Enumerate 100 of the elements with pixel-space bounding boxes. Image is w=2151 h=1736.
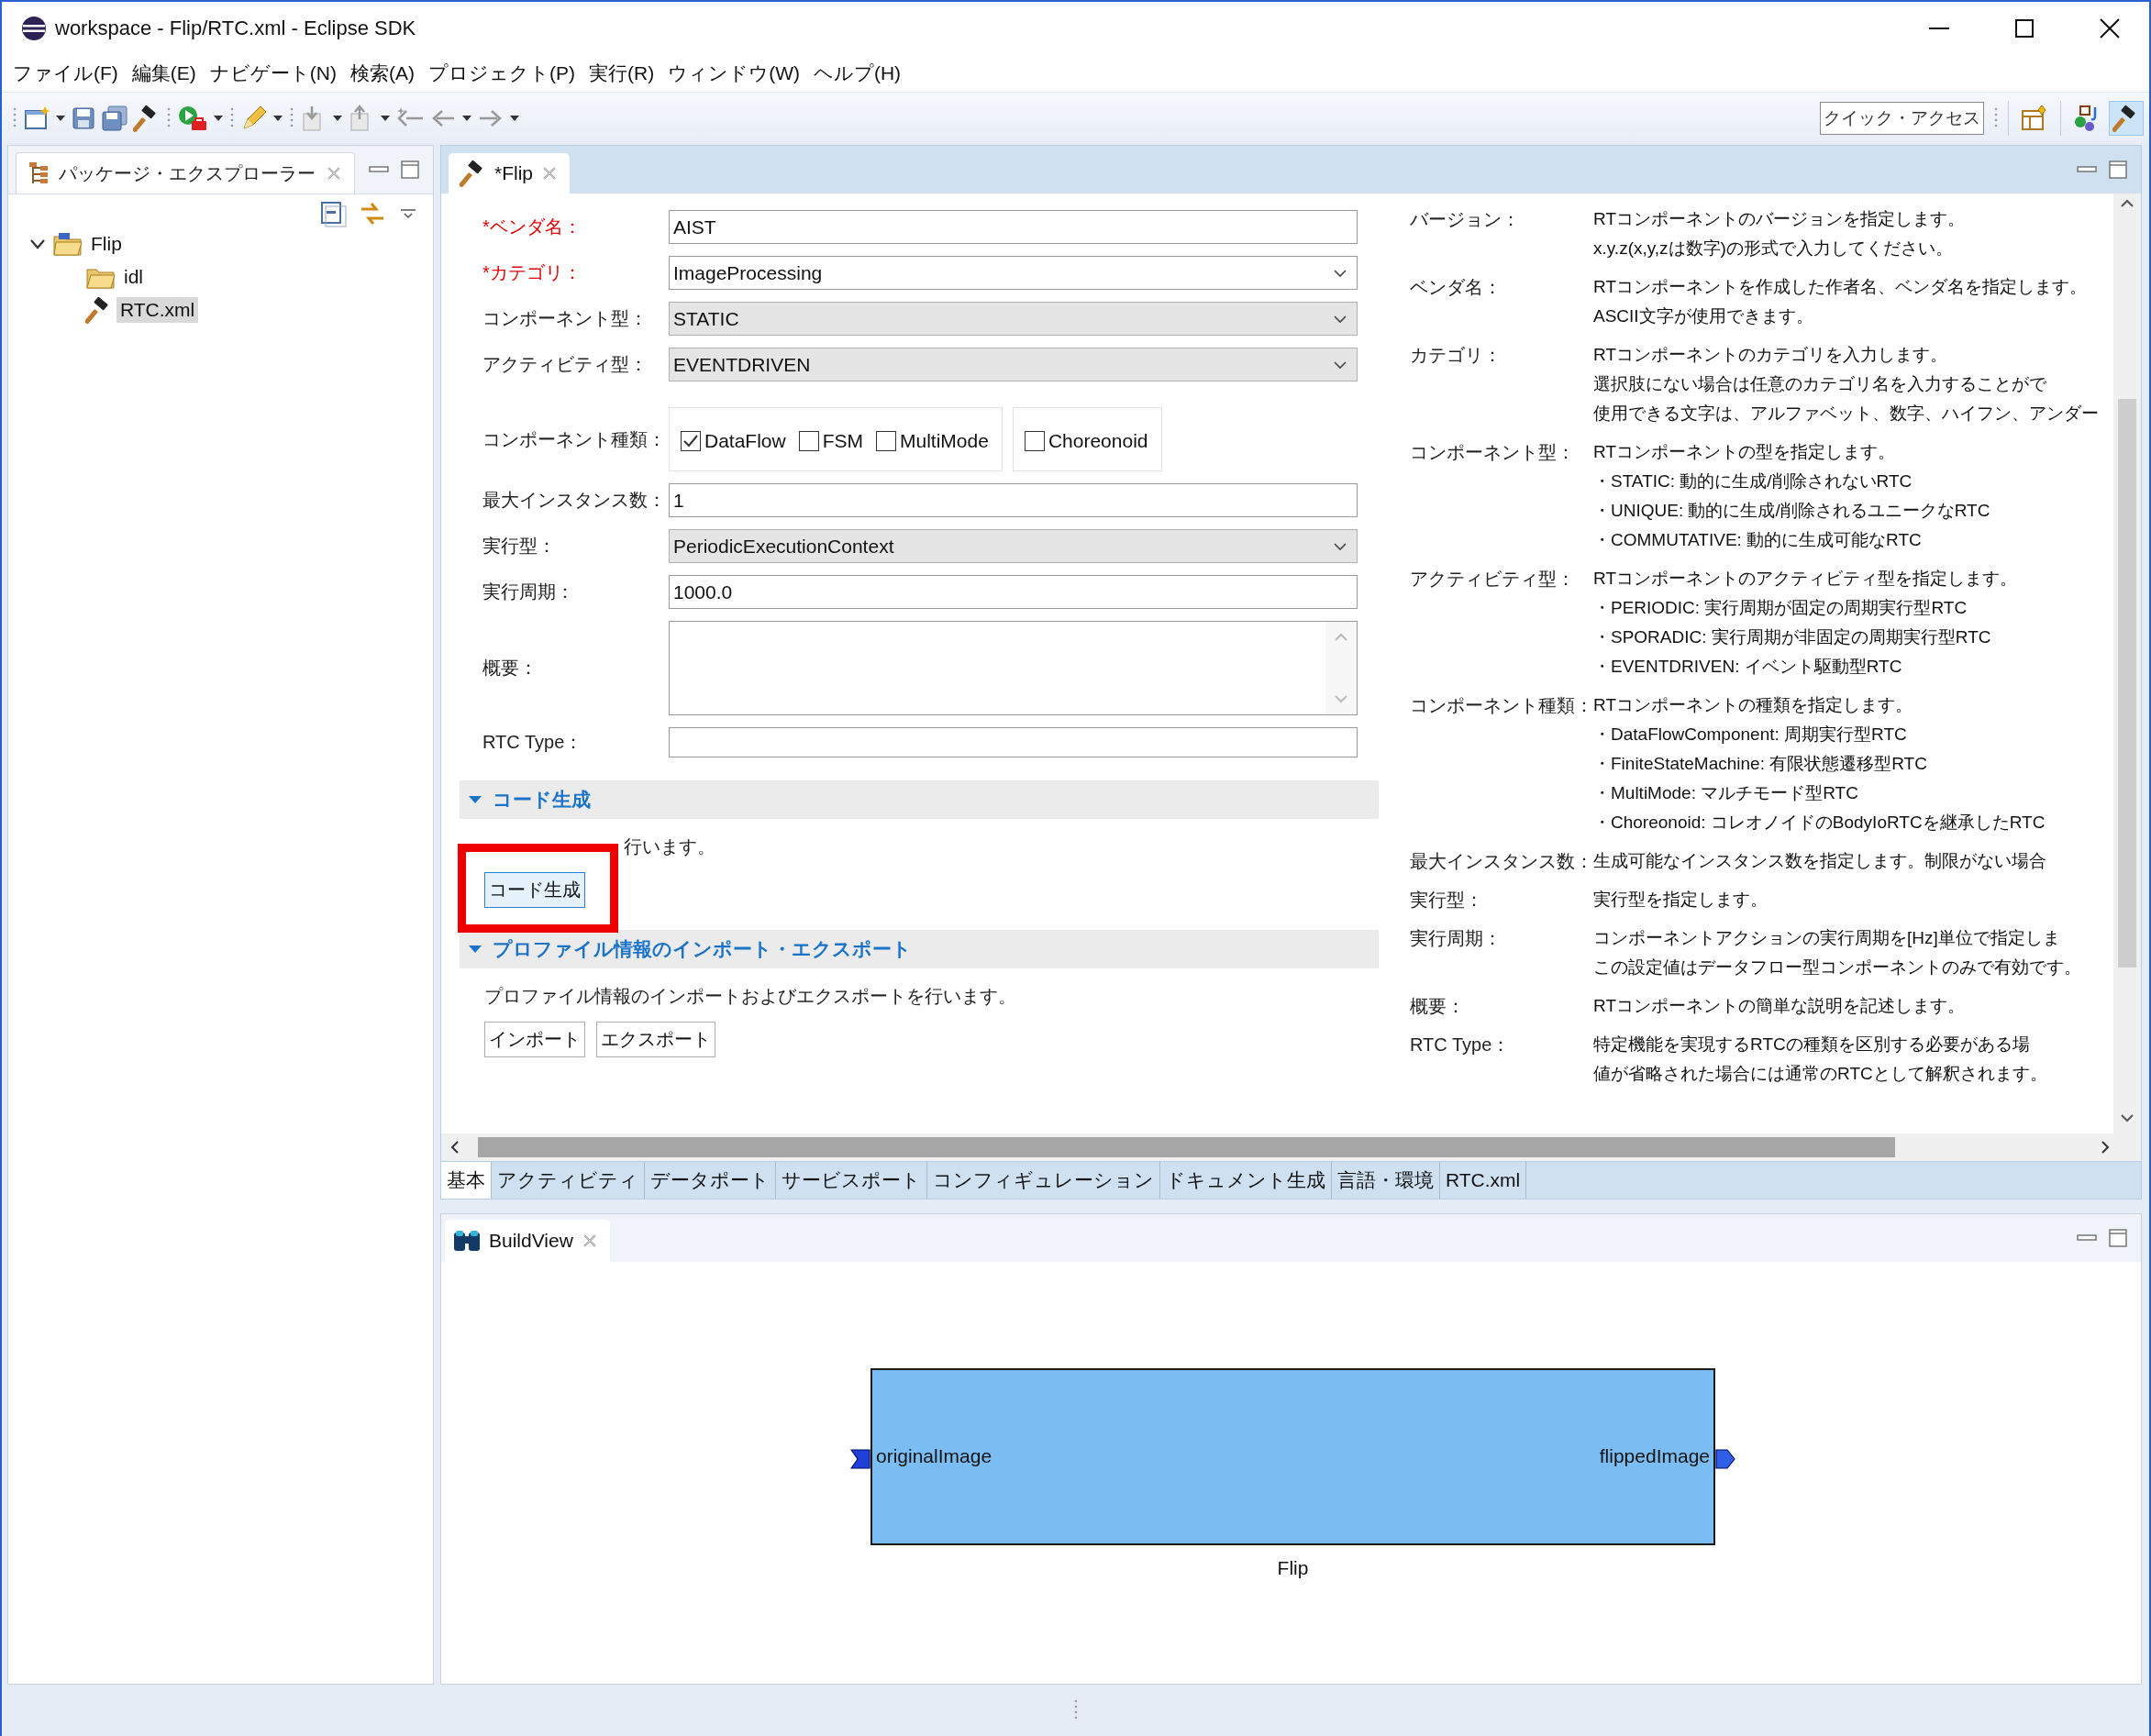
help-term: コンポーネント種類： — [1410, 695, 1593, 715]
help-text: ・COMMUTATIVE: 動的に生成可能なRTC — [1593, 529, 1923, 551]
text-field[interactable] — [669, 727, 1358, 757]
field-label: 最大インスタンス数： — [482, 489, 667, 512]
help-term: 概要： — [1410, 996, 1465, 1016]
editor-tab[interactable]: *Flip — [449, 153, 570, 194]
help-text: 使用できる文字は、アルファベット、数字、ハイフン、アンダー — [1593, 403, 2100, 425]
help-term: コンポーネント型： — [1410, 442, 1575, 462]
help-text: RTコンポーネントの簡単な説明を記述します。 — [1593, 995, 1966, 1017]
help-term: ベンダ名： — [1410, 277, 1502, 297]
tree-item[interactable]: Flip — [87, 231, 126, 257]
field-label: 概要： — [482, 657, 538, 680]
collapse-all-icon[interactable] — [319, 200, 347, 227]
menu-item[interactable]: ナビゲート(N) — [207, 59, 338, 88]
action-button[interactable]: コード生成 — [484, 872, 585, 908]
pen-icon[interactable] — [240, 105, 268, 132]
port-label: flippedImage — [1599, 1445, 1710, 1467]
checkbox[interactable]: FSM — [798, 430, 864, 452]
help-text: ASCII文字が使用できます。 — [1593, 305, 1814, 327]
field-label: 実行周期： — [482, 581, 575, 603]
page-tab[interactable]: 基本 — [441, 1162, 492, 1199]
text-field[interactable]: 1 — [669, 483, 1358, 517]
field-label: アクティビティ型： — [482, 353, 649, 376]
scrollbar-thumb[interactable] — [2118, 399, 2136, 968]
help-text: x.y.z(x,y,zは数字)の形式で入力してください。 — [1593, 238, 1954, 260]
page-tab[interactable]: RTC.xml — [1440, 1162, 1527, 1199]
help-text: 実行型を指定します。 — [1593, 889, 1768, 911]
tree-item[interactable]: RTC.xml — [116, 297, 199, 323]
help-text: ・EVENTDRIVEN: イベント駆動型RTC — [1593, 656, 1903, 678]
help-text: RTコンポーネントの種類を指定します。 — [1593, 694, 1913, 716]
tree-item[interactable]: idl — [120, 264, 147, 290]
section-header[interactable]: プロファイル情報のインポート・エクスポート — [460, 930, 1379, 968]
run-icon[interactable] — [177, 105, 208, 132]
help-text: RTコンポーネントのカテゴリを入力します。 — [1593, 344, 1948, 366]
dropdown[interactable]: EVENTDRIVEN — [669, 348, 1358, 381]
window-title: workspace - Flip/RTC.xml - Eclipse SDK — [55, 17, 416, 40]
help-text: ・FiniteStateMachine: 有限状態遷移型RTC — [1593, 753, 1928, 775]
action-button[interactable]: エクスポート — [596, 1022, 715, 1057]
project-folder-icon — [52, 231, 83, 257]
dropdown[interactable]: STATIC — [669, 302, 1358, 336]
checkbox[interactable]: Choreonoid — [1024, 430, 1148, 452]
text-field[interactable]: AIST — [669, 210, 1358, 244]
help-text: ・SPORADIC: 実行周期が非固定の周期実行型RTC — [1593, 626, 1992, 648]
menu-item[interactable]: ヘルプ(H) — [811, 59, 904, 88]
combo-box[interactable]: ImageProcessing — [669, 256, 1358, 290]
tree-icon — [28, 160, 50, 186]
page-tab[interactable]: 言語・環境 — [1332, 1162, 1440, 1199]
dropdown[interactable]: PeriodicExecutionContext — [669, 529, 1358, 563]
help-term: RTC Type： — [1410, 1034, 1511, 1055]
checkbox[interactable]: MultiMode — [876, 430, 989, 452]
save-all-icon[interactable] — [101, 105, 128, 132]
help-term: 実行周期： — [1410, 928, 1502, 948]
help-text: RTコンポーネントのアクティビティ型を指定します。 — [1593, 568, 2018, 590]
help-text: 値が省略された場合には通常のRTCとして解釈されます。 — [1593, 1063, 2048, 1085]
field-label: コンポーネント種類： — [482, 427, 667, 451]
inport-icon[interactable] — [850, 1449, 870, 1469]
help-text: RTコンポーネントのバージョンを指定します。 — [1593, 208, 1966, 230]
help-text: 生成可能なインスタンス数を指定します。制限がない場合 — [1593, 850, 2047, 872]
menu-item[interactable]: 編集(E) — [129, 59, 198, 88]
section-description: 行います。 — [623, 835, 716, 858]
menu-item[interactable]: 実行(R) — [587, 59, 657, 88]
help-term: 最大インスタンス数： — [1410, 851, 1593, 871]
section-description: プロファイル情報のインポートおよびエクスポートを行います。 — [484, 985, 1017, 1008]
page-tab[interactable]: データポート — [645, 1162, 776, 1199]
checkbox[interactable]: DataFlow — [681, 430, 786, 452]
help-text: コンポーネントアクションの実行周期を[Hz]単位で指定しま — [1593, 927, 2061, 949]
view-tab[interactable]: パッケージ・エクスプローラー — [16, 152, 355, 194]
help-text: ・UNIQUE: 動的に生成/削除されるユニークなRTC — [1593, 500, 1991, 522]
text-field[interactable]: 1000.0 — [669, 575, 1358, 609]
outport-icon[interactable] — [1715, 1449, 1735, 1469]
help-term: バージョン： — [1410, 209, 1520, 229]
eclipse-logo-icon — [20, 15, 48, 42]
scrollbar-thumb[interactable] — [478, 1137, 1895, 1157]
menu-item[interactable]: 検索(A) — [349, 59, 416, 88]
help-text: 選択肢にない場合は任意のカテゴリ名を入力することがで — [1593, 373, 2047, 395]
save-icon[interactable] — [71, 105, 96, 131]
field-label: *ベンダ名： — [482, 216, 582, 238]
new-window-icon[interactable] — [23, 105, 50, 131]
field-label: コンポーネント型： — [482, 307, 649, 330]
help-text: RTコンポーネントを作成した作者名、ベンダ名を指定します。 — [1593, 276, 2088, 298]
component-name: Flip — [1276, 1557, 1310, 1578]
section-header[interactable]: コード生成 — [460, 780, 1379, 819]
action-button[interactable]: インポート — [484, 1022, 585, 1057]
page-tab[interactable]: コンフィギュレーション — [927, 1162, 1160, 1199]
hammer-perspective-button[interactable] — [2109, 101, 2144, 136]
help-text: ・DataFlowComponent: 周期実行型RTC — [1593, 724, 1908, 746]
quick-access-field[interactable]: クイック・アクセス — [1820, 102, 1984, 135]
page-tab[interactable]: ドキュメント生成 — [1160, 1162, 1332, 1199]
menu-item[interactable]: ファイル(F) — [11, 59, 120, 88]
help-text: ・STATIC: 動的に生成/削除されないRTC — [1593, 470, 1913, 492]
view-tab[interactable]: BuildView — [445, 1220, 610, 1262]
help-text: RTコンポーネントの型を指定します。 — [1593, 441, 1896, 463]
page-tab[interactable]: アクティビティ — [492, 1162, 645, 1199]
help-text: この設定値はデータフロー型コンポーネントのみで有効です。 — [1593, 956, 2082, 979]
menu-item[interactable]: プロジェクト(P) — [427, 59, 577, 88]
page-tab[interactable]: サービスポート — [776, 1162, 927, 1199]
help-term: アクティビティ型： — [1410, 569, 1575, 589]
menu-item[interactable]: ウィンドウ(W) — [666, 59, 802, 88]
port-label: originalImage — [876, 1445, 992, 1467]
field-label: 実行型： — [482, 535, 557, 558]
